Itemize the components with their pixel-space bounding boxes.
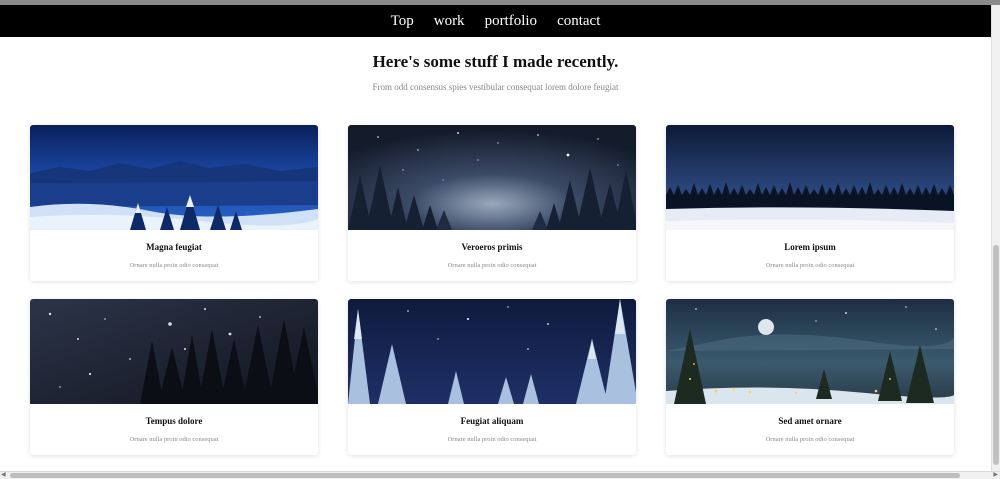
portfolio-card[interactable]: Lorem ipsum Ornare nulla proin odio cons… <box>666 125 954 281</box>
nav-link-top[interactable]: Top <box>381 5 424 37</box>
card-image-snowfall-forest <box>30 299 318 404</box>
card-title: Sed amet ornare <box>778 416 842 426</box>
card-description: Ornare nulla proin odio consequat <box>447 436 537 443</box>
card-title: Tempus dolore <box>145 416 203 426</box>
portfolio-card[interactable]: Magna feugiat Ornare nulla proin odio co… <box>30 125 318 281</box>
card-description: Ornare nulla proin odio consequat <box>129 262 219 269</box>
card-title: Lorem ipsum <box>784 242 836 252</box>
portfolio-card[interactable]: Feugiat aliquam Ornare nulla proin odio … <box>348 299 636 455</box>
section-subtitle: From odd consensus spies vestibular cons… <box>372 82 619 92</box>
card-title: Veroeros primis <box>461 242 523 252</box>
portfolio-card[interactable]: Veroeros primis Ornare nulla proin odio … <box>348 125 636 281</box>
horizontal-scroll-thumb[interactable] <box>10 473 960 478</box>
portfolio-card[interactable]: Sed amet ornare Ornare nulla proin odio … <box>666 299 954 455</box>
card-title: Feugiat aliquam <box>460 416 524 426</box>
portfolio-grid: Magna feugiat Ornare nulla proin odio co… <box>30 125 954 465</box>
card-image-treeline-snowfield <box>666 125 954 230</box>
card-description: Ornare nulla proin odio consequat <box>765 262 855 269</box>
section-title: Here's some stuff I made recently. <box>372 52 619 71</box>
horizontal-scrollbar[interactable]: ◀ ▶ <box>0 471 1000 479</box>
vertical-scroll-thumb[interactable] <box>993 245 999 465</box>
card-description: Ornare nulla proin odio consequat <box>129 436 219 443</box>
top-navbar: Top work portfolio contact <box>0 5 991 37</box>
card-image-starry-forest <box>348 125 636 230</box>
card-image-snowy-valley <box>30 125 318 230</box>
nav-link-work[interactable]: work <box>424 5 475 37</box>
card-image-frosted-pines <box>348 299 636 404</box>
portfolio-card[interactable]: Tempus dolore Ornare nulla proin odio co… <box>30 299 318 455</box>
card-description: Ornare nulla proin odio consequat <box>765 436 855 443</box>
nav-link-portfolio[interactable]: portfolio <box>475 5 548 37</box>
card-description: Ornare nulla proin odio consequat <box>447 262 537 269</box>
vertical-scrollbar[interactable] <box>991 5 1000 471</box>
scroll-left-icon[interactable]: ◀ <box>1 472 6 479</box>
card-title: Magna feugiat <box>146 242 202 252</box>
card-image-moonlit-village <box>666 299 954 404</box>
scroll-right-icon[interactable]: ▶ <box>993 472 998 479</box>
nav-link-contact[interactable]: contact <box>547 5 610 37</box>
